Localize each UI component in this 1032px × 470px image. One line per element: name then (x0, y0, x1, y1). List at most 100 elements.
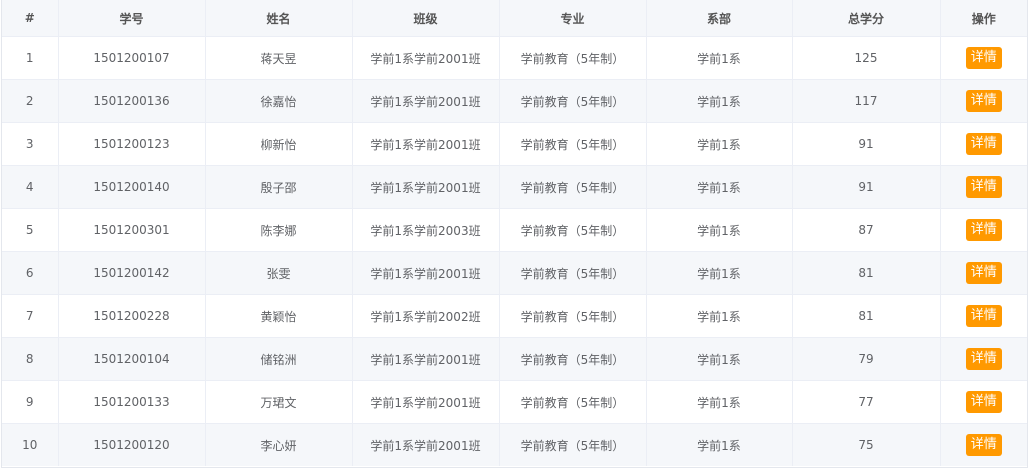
cell-major: 学前教育（5年制） (499, 337, 647, 381)
cell-class: 学前1系学前2001班 (352, 337, 500, 381)
cell-class: 学前1系学前2003班 (352, 208, 500, 252)
cell-action: 详情 (940, 79, 1027, 123)
table-body: 1 1501200107 蒋天昱 学前1系学前2001班 学前教育（5年制） 学前1系 12… (2, 36, 1027, 466)
cell-total-credits: 91 (792, 165, 941, 209)
cell-student-id: 1501200140 (58, 165, 206, 209)
header-total-credits: 总学分 (792, 0, 941, 37)
cell-action: 详情 (940, 122, 1027, 166)
header-name: 姓名 (205, 0, 353, 37)
cell-student-id: 1501200142 (58, 251, 206, 295)
cell-department: 学前1系 (646, 79, 793, 123)
cell-index: 10 (2, 423, 59, 466)
table-row: 4 1501200140 殷子邵 学前1系学前2001班 学前教育（5年制） 学前1系 91… (2, 165, 1027, 209)
cell-name: 储铭洲 (205, 337, 353, 381)
student-credits-table-container: # 学号 姓名 班级 专业 系部 总学分 操作 1 1501200107 蒋天昱 学前… (1, 0, 1028, 468)
cell-major: 学前教育（5年制） (499, 294, 647, 338)
detail-button[interactable]: 详情 (965, 391, 1002, 413)
cell-index: 4 (2, 165, 59, 209)
cell-class: 学前1系学前2001班 (352, 36, 500, 80)
cell-index: 5 (2, 208, 59, 252)
header-row: # 学号 姓名 班级 专业 系部 总学分 操作 (2, 0, 1027, 37)
table-row: 5 1501200301 陈李娜 学前1系学前2003班 学前教育（5年制） 学前1系 87… (2, 208, 1027, 252)
table-row: 8 1501200104 储铭洲 学前1系学前2001班 学前教育（5年制） 学前1系 79… (2, 337, 1027, 381)
cell-student-id: 1501200136 (58, 79, 206, 123)
cell-name: 柳新怡 (205, 122, 353, 166)
cell-action: 详情 (940, 380, 1027, 424)
student-credits-table: # 学号 姓名 班级 专业 系部 总学分 操作 1 1501200107 蒋天昱 学前… (2, 0, 1027, 466)
detail-button[interactable]: 详情 (965, 90, 1002, 112)
cell-action: 详情 (940, 337, 1027, 381)
cell-name: 万珺文 (205, 380, 353, 424)
cell-class: 学前1系学前2001班 (352, 380, 500, 424)
cell-total-credits: 87 (792, 208, 941, 252)
table-row: 1 1501200107 蒋天昱 学前1系学前2001班 学前教育（5年制） 学前1系 12… (2, 36, 1027, 80)
cell-class: 学前1系学前2001班 (352, 251, 500, 295)
cell-total-credits: 81 (792, 294, 941, 338)
cell-index: 8 (2, 337, 59, 381)
cell-name: 蒋天昱 (205, 36, 353, 80)
cell-class: 学前1系学前2001班 (352, 122, 500, 166)
cell-index: 1 (2, 36, 59, 80)
cell-index: 7 (2, 294, 59, 338)
cell-class: 学前1系学前2001班 (352, 79, 500, 123)
cell-student-id: 1501200133 (58, 380, 206, 424)
cell-department: 学前1系 (646, 208, 793, 252)
detail-button[interactable]: 详情 (965, 133, 1002, 155)
detail-button[interactable]: 详情 (965, 348, 1002, 370)
cell-department: 学前1系 (646, 380, 793, 424)
cell-class: 学前1系学前2001班 (352, 165, 500, 209)
detail-button[interactable]: 详情 (965, 219, 1002, 241)
cell-student-id: 1501200123 (58, 122, 206, 166)
cell-student-id: 1501200104 (58, 337, 206, 381)
cell-major: 学前教育（5年制） (499, 122, 647, 166)
cell-total-credits: 75 (792, 423, 941, 466)
cell-student-id: 1501200301 (58, 208, 206, 252)
cell-department: 学前1系 (646, 251, 793, 295)
cell-action: 详情 (940, 294, 1027, 338)
cell-total-credits: 91 (792, 122, 941, 166)
cell-name: 徐嘉怡 (205, 79, 353, 123)
cell-student-id: 1501200228 (58, 294, 206, 338)
cell-name: 李心妍 (205, 423, 353, 466)
cell-class: 学前1系学前2002班 (352, 294, 500, 338)
cell-action: 详情 (940, 165, 1027, 209)
cell-action: 详情 (940, 251, 1027, 295)
header-major: 专业 (499, 0, 647, 37)
cell-major: 学前教育（5年制） (499, 36, 647, 80)
cell-total-credits: 81 (792, 251, 941, 295)
detail-button[interactable]: 详情 (965, 47, 1002, 69)
cell-major: 学前教育（5年制） (499, 79, 647, 123)
header-action: 操作 (940, 0, 1027, 37)
cell-class: 学前1系学前2001班 (352, 423, 500, 466)
cell-action: 详情 (940, 208, 1027, 252)
table-row: 7 1501200228 黄颖怡 学前1系学前2002班 学前教育（5年制） 学前1系 81… (2, 294, 1027, 338)
header-index: # (2, 0, 59, 37)
cell-total-credits: 77 (792, 380, 941, 424)
cell-student-id: 1501200120 (58, 423, 206, 466)
table-row: 9 1501200133 万珺文 学前1系学前2001班 学前教育（5年制） 学前1系 77… (2, 380, 1027, 424)
cell-major: 学前教育（5年制） (499, 251, 647, 295)
cell-name: 黄颖怡 (205, 294, 353, 338)
cell-department: 学前1系 (646, 337, 793, 381)
cell-name: 张雯 (205, 251, 353, 295)
cell-index: 6 (2, 251, 59, 295)
cell-total-credits: 125 (792, 36, 941, 80)
cell-major: 学前教育（5年制） (499, 380, 647, 424)
cell-index: 3 (2, 122, 59, 166)
detail-button[interactable]: 详情 (965, 434, 1002, 456)
cell-department: 学前1系 (646, 36, 793, 80)
cell-action: 详情 (940, 423, 1027, 466)
table-row: 10 1501200120 李心妍 学前1系学前2001班 学前教育（5年制） 学前1系 7… (2, 423, 1027, 466)
header-department: 系部 (646, 0, 793, 37)
detail-button[interactable]: 详情 (965, 305, 1002, 327)
table-row: 3 1501200123 柳新怡 学前1系学前2001班 学前教育（5年制） 学前1系 91… (2, 122, 1027, 166)
cell-department: 学前1系 (646, 294, 793, 338)
cell-index: 2 (2, 79, 59, 123)
cell-name: 陈李娜 (205, 208, 353, 252)
detail-button[interactable]: 详情 (965, 262, 1002, 284)
detail-button[interactable]: 详情 (965, 176, 1002, 198)
table-row: 6 1501200142 张雯 学前1系学前2001班 学前教育（5年制） 学前1系 81 详… (2, 251, 1027, 295)
table-header: # 学号 姓名 班级 专业 系部 总学分 操作 (2, 0, 1027, 37)
cell-total-credits: 117 (792, 79, 941, 123)
cell-total-credits: 79 (792, 337, 941, 381)
